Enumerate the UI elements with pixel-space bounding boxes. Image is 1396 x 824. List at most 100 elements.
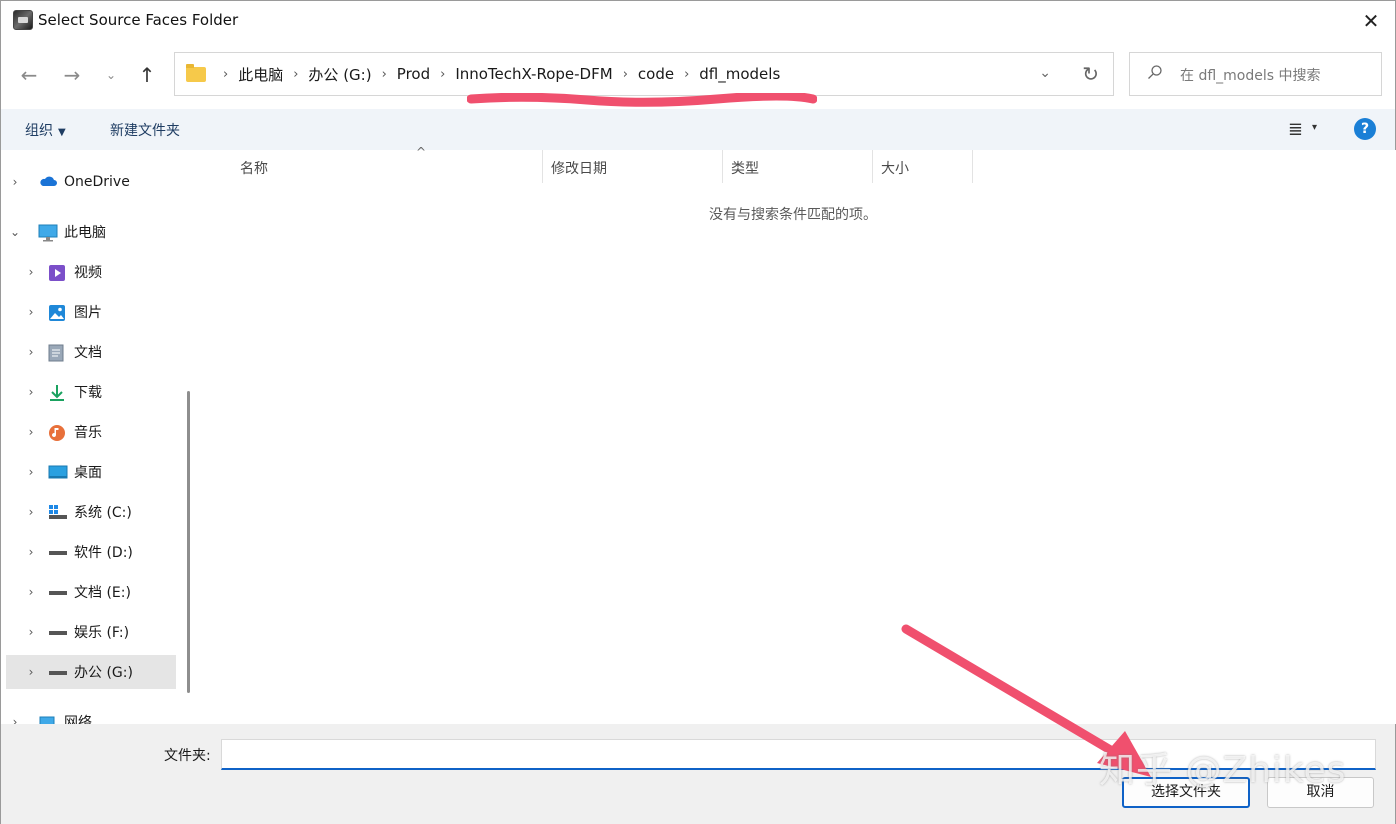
sidebar-item-music[interactable]: › 音乐: [6, 415, 176, 449]
close-icon[interactable]: ✕: [1359, 9, 1383, 33]
folder-field-label: 文件夹:: [164, 748, 211, 764]
sidebar-item-drive-d[interactable]: › 软件 (D:): [6, 535, 176, 569]
pc-icon: [38, 224, 58, 242]
system-drive-icon: [48, 504, 67, 520]
breadcrumb-code[interactable]: code: [638, 65, 674, 83]
search-icon: [1148, 65, 1162, 79]
empty-results-message: 没有与搜索条件匹配的项。: [709, 207, 877, 223]
breadcrumb-separator-icon[interactable]: ›: [684, 67, 689, 82]
up-arrow-icon[interactable]: ↑: [133, 61, 161, 89]
sidebar-item-label: 娱乐 (F:): [74, 625, 130, 641]
column-header-name[interactable]: 名称 ^: [232, 145, 543, 183]
navigation-pane: › OneDrive ⌄ 此电脑 › 视频 › 图片 › 文档 › 下载 › 音…: [1, 150, 179, 724]
expand-chevron-icon[interactable]: ›: [22, 465, 40, 479]
collapse-chevron-icon[interactable]: ⌄: [6, 225, 24, 239]
expand-chevron-icon[interactable]: ›: [6, 175, 24, 189]
column-header-size[interactable]: 大小: [873, 150, 973, 183]
breadcrumb: › 此电脑 › 办公 (G:) › Prod › InnoTechX-Rope-…: [213, 53, 780, 95]
sidebar-item-label: 图片: [74, 305, 102, 321]
folder-icon: [186, 64, 206, 82]
refresh-icon[interactable]: ↻: [1082, 62, 1099, 86]
expand-chevron-icon[interactable]: ›: [22, 545, 40, 559]
expand-chevron-icon[interactable]: ›: [22, 385, 40, 399]
drive-icon: [48, 584, 67, 600]
cancel-button[interactable]: 取消: [1267, 777, 1374, 808]
select-folder-button[interactable]: 选择文件夹: [1122, 777, 1250, 808]
breadcrumb-drive-g[interactable]: 办公 (G:): [308, 64, 371, 85]
address-history-dropdown-icon[interactable]: ⌄: [1039, 65, 1051, 81]
view-options-icon[interactable]: ≣: [1288, 119, 1303, 140]
back-arrow-icon[interactable]: ←: [15, 61, 43, 89]
pictures-icon: [48, 304, 66, 321]
window-title: Select Source Faces Folder: [38, 11, 239, 29]
expand-chevron-icon[interactable]: ›: [22, 305, 40, 319]
expand-chevron-icon[interactable]: ›: [22, 345, 40, 359]
organize-label: 组织: [25, 123, 53, 139]
address-bar[interactable]: › 此电脑 › 办公 (G:) › Prod › InnoTechX-Rope-…: [174, 52, 1114, 96]
video-icon: [48, 264, 66, 281]
sidebar-item-pictures[interactable]: › 图片: [6, 295, 176, 329]
sidebar-item-label: 音乐: [74, 425, 102, 441]
folder-name-input[interactable]: [221, 739, 1376, 770]
file-list: 名称 ^ 修改日期 类型 大小 没有与搜索条件匹配的项。: [199, 145, 1396, 724]
cloud-icon: [38, 174, 57, 190]
expand-chevron-icon[interactable]: ›: [6, 715, 24, 724]
sidebar-item-downloads[interactable]: › 下载: [6, 375, 176, 409]
music-icon: [48, 424, 66, 441]
breadcrumb-separator-icon[interactable]: ›: [440, 67, 445, 82]
search-input[interactable]: 在 dfl_models 中搜索: [1180, 65, 1321, 85]
sidebar-item-drive-e[interactable]: › 文档 (E:): [6, 575, 176, 609]
app-icon: [13, 10, 33, 30]
help-icon[interactable]: ?: [1354, 118, 1376, 140]
sidebar-item-label: 办公 (G:): [74, 665, 133, 681]
sidebar-item-label: 下载: [74, 385, 102, 401]
drive-icon: [48, 664, 67, 680]
sidebar-item-label: 视频: [74, 265, 102, 281]
search-box[interactable]: 在 dfl_models 中搜索: [1129, 52, 1382, 96]
breadcrumb-separator-icon[interactable]: ›: [293, 67, 298, 82]
breadcrumb-innotechx[interactable]: InnoTechX-Rope-DFM: [455, 65, 612, 83]
sidebar-item-drive-c[interactable]: › 系统 (C:): [6, 495, 176, 529]
view-dropdown-caret-icon[interactable]: ▾: [1312, 122, 1317, 133]
desktop-icon: [48, 464, 68, 480]
breadcrumb-separator-icon: ›: [223, 66, 229, 82]
sidebar-item-label: 文档 (E:): [74, 585, 131, 601]
documents-icon: [48, 344, 66, 362]
new-folder-button[interactable]: 新建文件夹: [110, 120, 180, 140]
expand-chevron-icon[interactable]: ›: [22, 665, 40, 679]
sidebar-item-drive-f[interactable]: › 娱乐 (F:): [6, 615, 176, 649]
forward-arrow-icon[interactable]: →: [58, 61, 86, 89]
organize-caret-icon: ▼: [58, 127, 66, 138]
sidebar-item-this-pc[interactable]: ⌄ 此电脑: [6, 215, 176, 249]
breadcrumb-separator-icon[interactable]: ›: [382, 67, 387, 82]
drive-icon: [48, 544, 67, 560]
sidebar-item-drive-g[interactable]: › 办公 (G:): [6, 655, 176, 689]
recent-locations-chevron-icon[interactable]: ⌄: [97, 61, 125, 89]
download-icon: [48, 384, 66, 401]
title-bar: Select Source Faces Folder ✕: [1, 1, 1395, 41]
expand-chevron-icon[interactable]: ›: [22, 425, 40, 439]
breadcrumb-separator-icon[interactable]: ›: [623, 67, 628, 82]
column-header-type[interactable]: 类型: [723, 150, 873, 183]
sidebar-item-desktop[interactable]: › 桌面: [6, 455, 176, 489]
file-dialog-window: Select Source Faces Folder ✕ ← → ⌄ ↑ › 此…: [0, 0, 1396, 824]
expand-chevron-icon[interactable]: ›: [22, 265, 40, 279]
breadcrumb-dfl-models[interactable]: dfl_models: [699, 65, 780, 83]
column-header-date-modified[interactable]: 修改日期: [543, 150, 723, 183]
sidebar-scrollbar-thumb[interactable]: [187, 391, 190, 693]
sidebar-item-onedrive[interactable]: › OneDrive: [6, 165, 176, 199]
expand-chevron-icon[interactable]: ›: [22, 585, 40, 599]
expand-chevron-icon[interactable]: ›: [22, 625, 40, 639]
sidebar-item-network[interactable]: › 网络: [6, 705, 176, 724]
column-header-label: 名称: [240, 161, 268, 177]
sidebar-item-documents[interactable]: › 文档: [6, 335, 176, 369]
network-icon: [38, 714, 56, 724]
organize-menu[interactable]: 组织 ▼: [25, 120, 66, 140]
path-highlight-annotation: [467, 93, 817, 107]
breadcrumb-prod[interactable]: Prod: [397, 65, 430, 83]
sidebar-item-label: 此电脑: [64, 225, 106, 241]
dialog-footer: 文件夹: 选择文件夹 取消: [1, 724, 1395, 824]
breadcrumb-this-pc[interactable]: 此电脑: [238, 64, 283, 85]
expand-chevron-icon[interactable]: ›: [22, 505, 40, 519]
sidebar-item-videos[interactable]: › 视频: [6, 255, 176, 289]
